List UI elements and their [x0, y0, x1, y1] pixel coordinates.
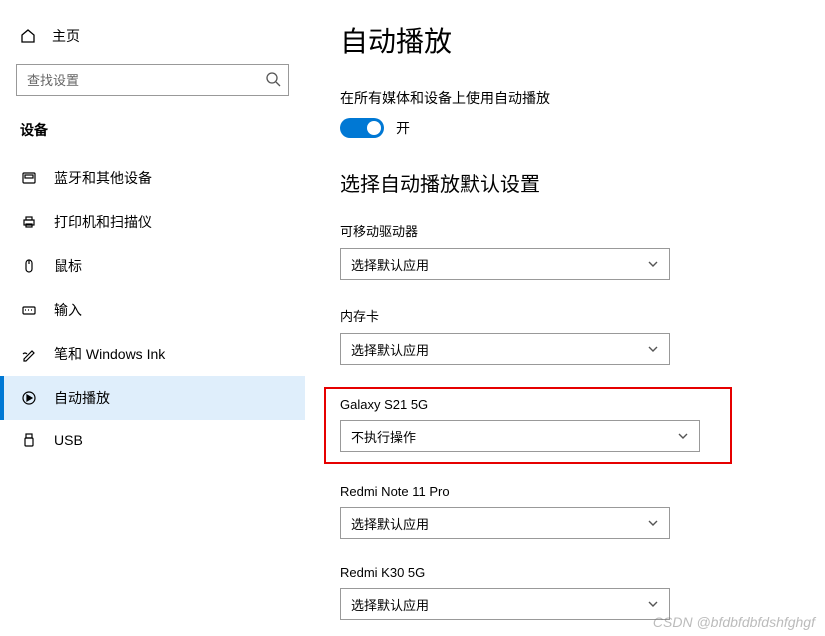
device-dropdown[interactable]: 选择默认应用	[340, 507, 670, 539]
printer-icon	[20, 214, 38, 230]
play-icon	[20, 390, 38, 406]
device-block: 内存卡 选择默认应用	[340, 302, 795, 369]
sidebar-item-pen[interactable]: 笔和 Windows Ink	[0, 332, 305, 376]
autoplay-toggle[interactable]	[340, 118, 384, 138]
usb-icon	[20, 432, 38, 448]
search-input[interactable]	[16, 64, 289, 96]
sidebar-item-label: USB	[54, 432, 83, 448]
toggle-description: 在所有媒体和设备上使用自动播放	[340, 88, 795, 108]
nav-list: 蓝牙和其他设备 打印机和扫描仪 鼠标 输入 笔和 Windows Ink 自动播…	[0, 156, 305, 460]
toggle-row: 开	[340, 118, 795, 138]
highlighted-device-block: Galaxy S21 5G 不执行操作	[324, 387, 732, 464]
sidebar-item-mouse[interactable]: 鼠标	[0, 244, 305, 288]
sidebar-item-label: 笔和 Windows Ink	[54, 344, 165, 364]
device-block: Redmi K30 5G 选择默认应用	[340, 561, 795, 624]
device-dropdown[interactable]: 选择默认应用	[340, 333, 670, 365]
sidebar-item-label: 自动播放	[54, 388, 110, 408]
sidebar-item-bluetooth[interactable]: 蓝牙和其他设备	[0, 156, 305, 200]
dropdown-value: 选择默认应用	[351, 255, 429, 274]
chevron-down-icon	[647, 343, 659, 355]
dropdown-value: 选择默认应用	[351, 595, 429, 614]
search-icon	[265, 71, 281, 87]
toggle-state-label: 开	[396, 118, 410, 138]
sidebar-item-label: 打印机和扫描仪	[54, 212, 152, 232]
section-title: 设备	[0, 114, 305, 156]
device-label: 可移动驱动器	[340, 221, 795, 240]
device-dropdown[interactable]: 选择默认应用	[340, 588, 670, 620]
home-icon	[20, 28, 36, 44]
dropdown-value: 选择默认应用	[351, 514, 429, 533]
device-label: Redmi Note 11 Pro	[340, 484, 795, 499]
sidebar-item-typing[interactable]: 输入	[0, 288, 305, 332]
sidebar-item-label: 蓝牙和其他设备	[54, 168, 152, 188]
page-title: 自动播放	[340, 20, 795, 60]
chevron-down-icon	[677, 430, 689, 442]
bluetooth-icon	[20, 170, 38, 186]
dropdown-value: 选择默认应用	[351, 340, 429, 359]
device-dropdown[interactable]: 不执行操作	[340, 420, 700, 452]
device-label: Galaxy S21 5G	[340, 397, 700, 412]
section-heading: 选择自动播放默认设置	[340, 168, 795, 197]
keyboard-icon	[20, 302, 38, 318]
chevron-down-icon	[647, 517, 659, 529]
device-label: Redmi K30 5G	[340, 565, 795, 580]
dropdown-value: 不执行操作	[351, 427, 416, 446]
search-box[interactable]	[16, 64, 289, 96]
sidebar-item-printers[interactable]: 打印机和扫描仪	[0, 200, 305, 244]
chevron-down-icon	[647, 258, 659, 270]
device-label: 内存卡	[340, 306, 795, 325]
home-label: 主页	[52, 26, 80, 46]
sidebar-item-label: 鼠标	[54, 256, 82, 276]
sidebar-item-autoplay[interactable]: 自动播放	[0, 376, 305, 420]
device-block: 可移动驱动器 选择默认应用	[340, 217, 795, 284]
pen-icon	[20, 346, 38, 362]
device-block: Redmi Note 11 Pro 选择默认应用	[340, 480, 795, 543]
sidebar-item-label: 输入	[54, 300, 82, 320]
home-link[interactable]: 主页	[0, 18, 305, 54]
sidebar-item-usb[interactable]: USB	[0, 420, 305, 460]
main-content: 自动播放 在所有媒体和设备上使用自动播放 开 选择自动播放默认设置 可移动驱动器…	[305, 0, 825, 636]
chevron-down-icon	[647, 598, 659, 610]
mouse-icon	[20, 258, 38, 274]
device-dropdown[interactable]: 选择默认应用	[340, 248, 670, 280]
sidebar: 主页 设备 蓝牙和其他设备 打印机和扫描仪 鼠标 输入 笔和 Windows I…	[0, 0, 305, 636]
